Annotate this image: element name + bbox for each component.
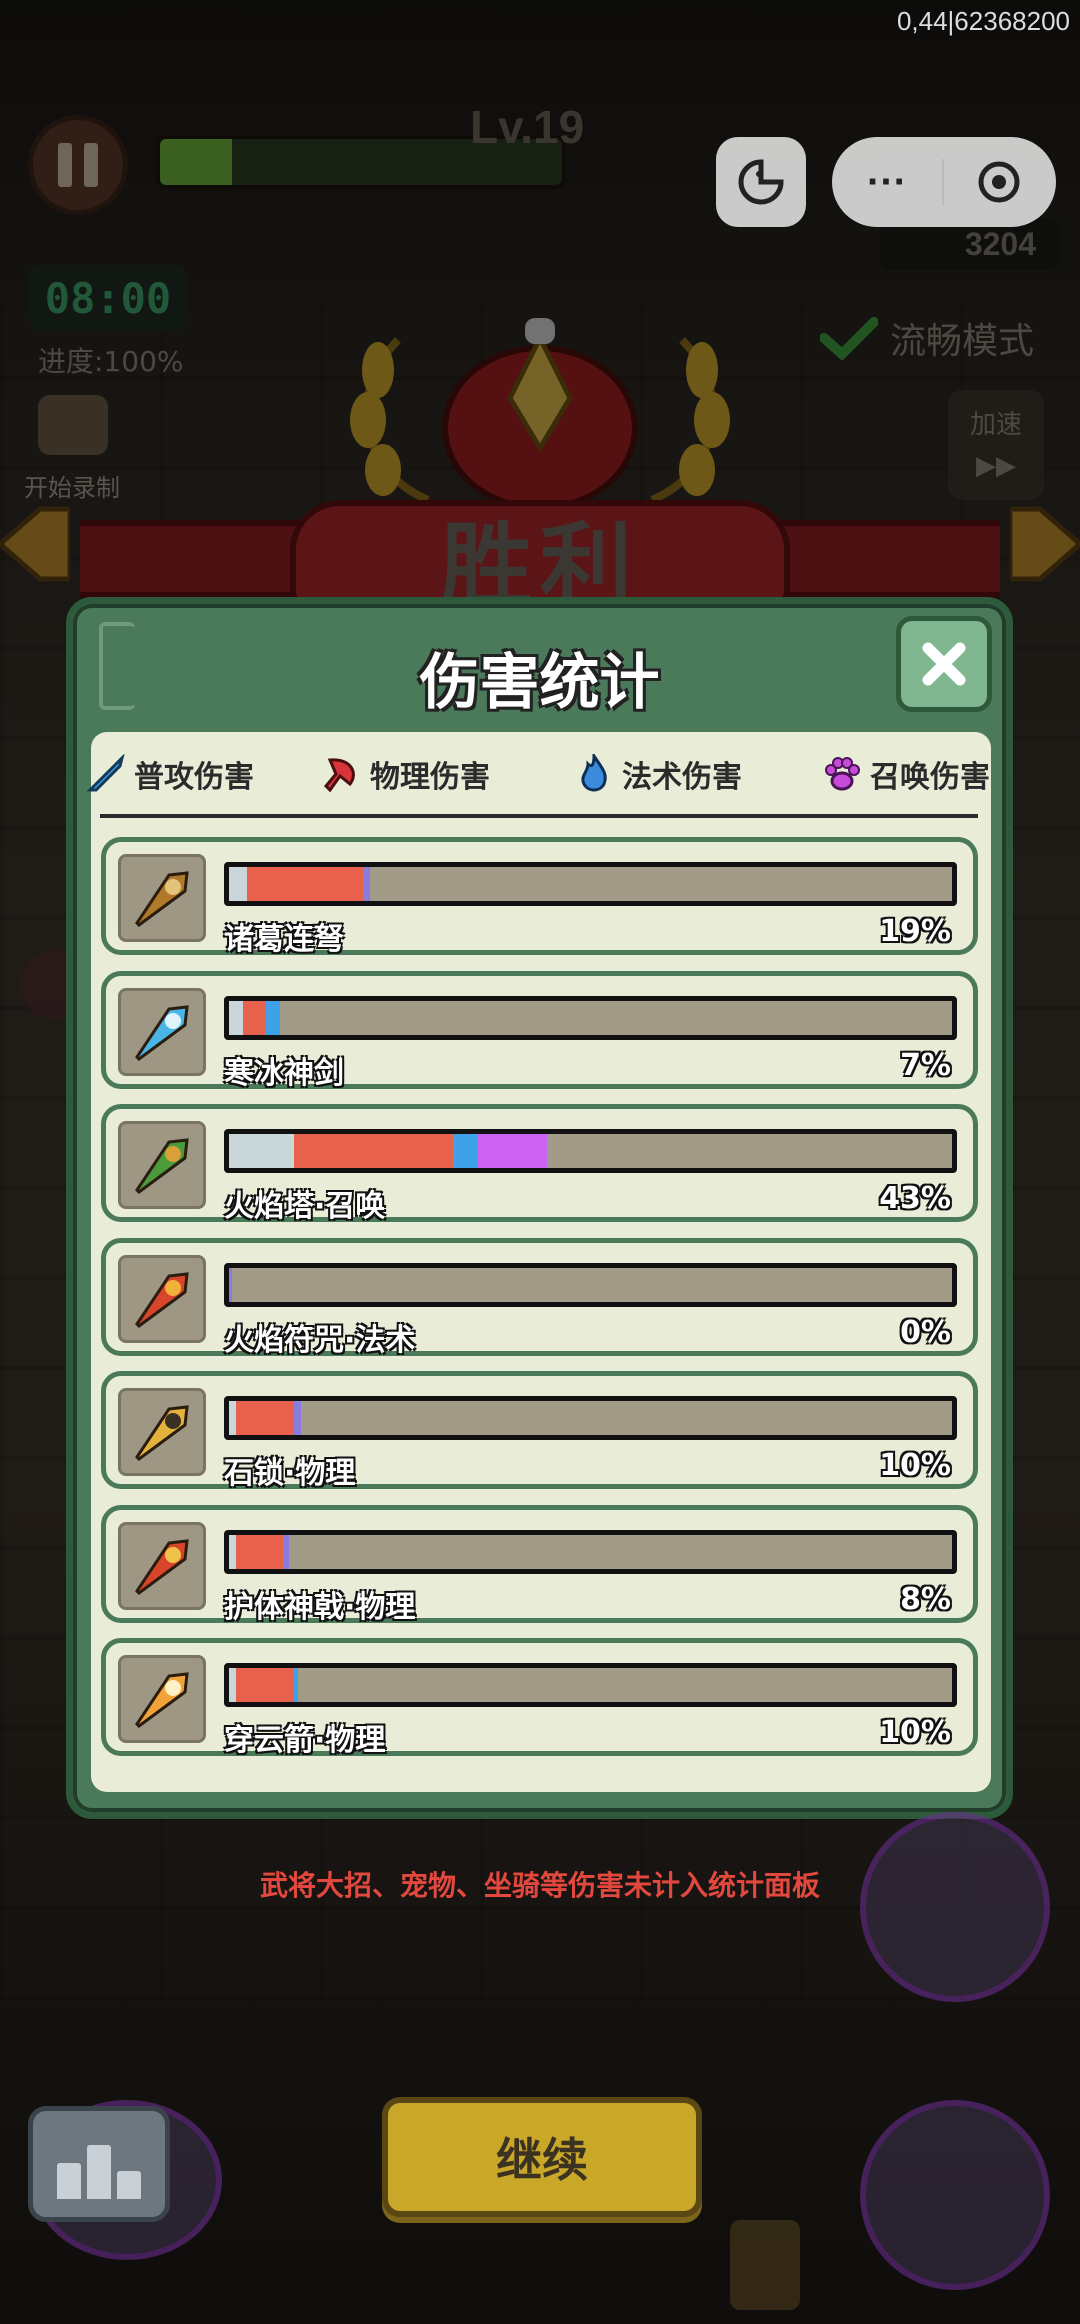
damage-bar (224, 1129, 957, 1173)
damage-bar-segment (362, 867, 370, 901)
damage-row: 火焰塔·召唤 43% (101, 1104, 978, 1224)
legend-label: 法术伤害 (622, 760, 742, 795)
ice-sword-icon (118, 987, 206, 1076)
more-menu-button[interactable]: ··· (832, 160, 942, 205)
damage-row: 寒冰神剑 7% (101, 970, 978, 1091)
sword-icon (86, 754, 125, 792)
damage-bar-segment (236, 1668, 295, 1702)
damage-row: 穿云箭·物理 10% (101, 1638, 978, 1758)
flame-icon (581, 754, 607, 792)
legend-summon: 召唤伤害 (822, 752, 990, 796)
target-icon (978, 161, 1020, 203)
damage-bar-segment (229, 1267, 232, 1302)
halberd-icon (118, 1521, 206, 1610)
legend-physical: 物理伤害 (322, 752, 574, 796)
damage-bar-segment (236, 1534, 284, 1569)
crossbow-icon (118, 854, 206, 942)
fire-tower-icon (118, 1121, 206, 1209)
damage-bar-segment (229, 1000, 244, 1035)
damage-bar-segment (229, 1534, 237, 1569)
weapon-name: 护体神戟·物理 (224, 1589, 416, 1625)
damage-percent: 19% (879, 914, 951, 949)
damage-bar-segment (478, 1134, 548, 1168)
pacman-icon (738, 159, 784, 205)
damage-bar-segment (453, 1134, 479, 1168)
legend-divider (100, 814, 978, 818)
damage-row: 石锁·物理 10% (101, 1371, 978, 1491)
weapon-name: 寒冰神剑 (224, 1055, 344, 1091)
damage-bar (224, 1262, 957, 1307)
game-center-button[interactable] (716, 137, 806, 227)
damage-legend: 普攻伤害 物理伤害 法术伤害 召唤伤害 (86, 752, 1006, 796)
continue-button[interactable]: 继续 (382, 2097, 702, 2217)
legend-label: 召唤伤害 (870, 760, 990, 795)
weapon-name: 穿云箭·物理 (224, 1723, 386, 1758)
paw-icon (825, 757, 860, 791)
damage-bar-segment (247, 867, 363, 901)
damage-row: 诸葛连弩 19% (101, 837, 978, 957)
damage-percent: 10% (879, 1448, 951, 1483)
fire-scroll-icon (118, 1254, 206, 1343)
damage-percent: 43% (879, 1181, 951, 1216)
stone-lock-icon (118, 1388, 206, 1476)
damage-bar (224, 995, 957, 1040)
damage-bar (224, 862, 957, 906)
close-button[interactable] (896, 616, 992, 712)
skill-button-vortex[interactable] (860, 2100, 1050, 2290)
damage-percent: 10% (879, 1715, 951, 1750)
damage-bar (224, 1396, 957, 1440)
miniprogram-capsule: ··· (832, 137, 1056, 227)
damage-row: 火焰符咒·法术 0% (101, 1237, 978, 1358)
legend-label: 普攻伤害 (134, 760, 254, 795)
damage-bar-segment (229, 867, 248, 901)
damage-percent: 8% (900, 1581, 951, 1617)
arrow-volley-icon (118, 1655, 206, 1743)
weapon-name: 火焰塔·召唤 (224, 1189, 386, 1224)
axe-icon (323, 758, 355, 793)
damage-bar-segment (243, 1000, 266, 1035)
ranking-button[interactable] (28, 2106, 170, 2222)
legend-normal-attack: 普攻伤害 (86, 752, 322, 796)
weapon-name: 火焰符咒·法术 (224, 1322, 416, 1358)
damage-bar-segment (283, 1534, 289, 1569)
damage-row: 护体神戟·物理 8% (101, 1504, 978, 1625)
damage-bar-segment (294, 1401, 302, 1435)
damage-percent: 0% (900, 1314, 951, 1350)
damage-bar-segment (294, 1134, 454, 1168)
modal-title: 伤害统计 (419, 648, 660, 718)
weapon-name: 石锁·物理 (224, 1456, 356, 1491)
legend-magic: 法术伤害 (574, 752, 822, 796)
close-icon (922, 642, 966, 686)
damage-bar-segment (229, 1668, 237, 1702)
close-miniprogram-button[interactable] (944, 158, 1054, 206)
damage-bar-segment (294, 1668, 299, 1702)
damage-bar (224, 1663, 957, 1707)
damage-percent: 7% (900, 1047, 951, 1083)
damage-bar (224, 1529, 957, 1574)
weapon-name: 诸葛连弩 (224, 922, 344, 957)
damage-bar-segment (265, 1000, 280, 1035)
damage-bar-segment (229, 1401, 237, 1435)
skill-button-dragon[interactable] (860, 1812, 1050, 2002)
legend-label: 物理伤害 (370, 760, 490, 795)
bucket-icon (730, 2220, 800, 2310)
damage-bar-segment (236, 1401, 295, 1435)
system-readout: 0,44|62368200 (896, 6, 1070, 36)
damage-bar-segment (229, 1134, 295, 1168)
podium-icon (57, 2163, 81, 2199)
